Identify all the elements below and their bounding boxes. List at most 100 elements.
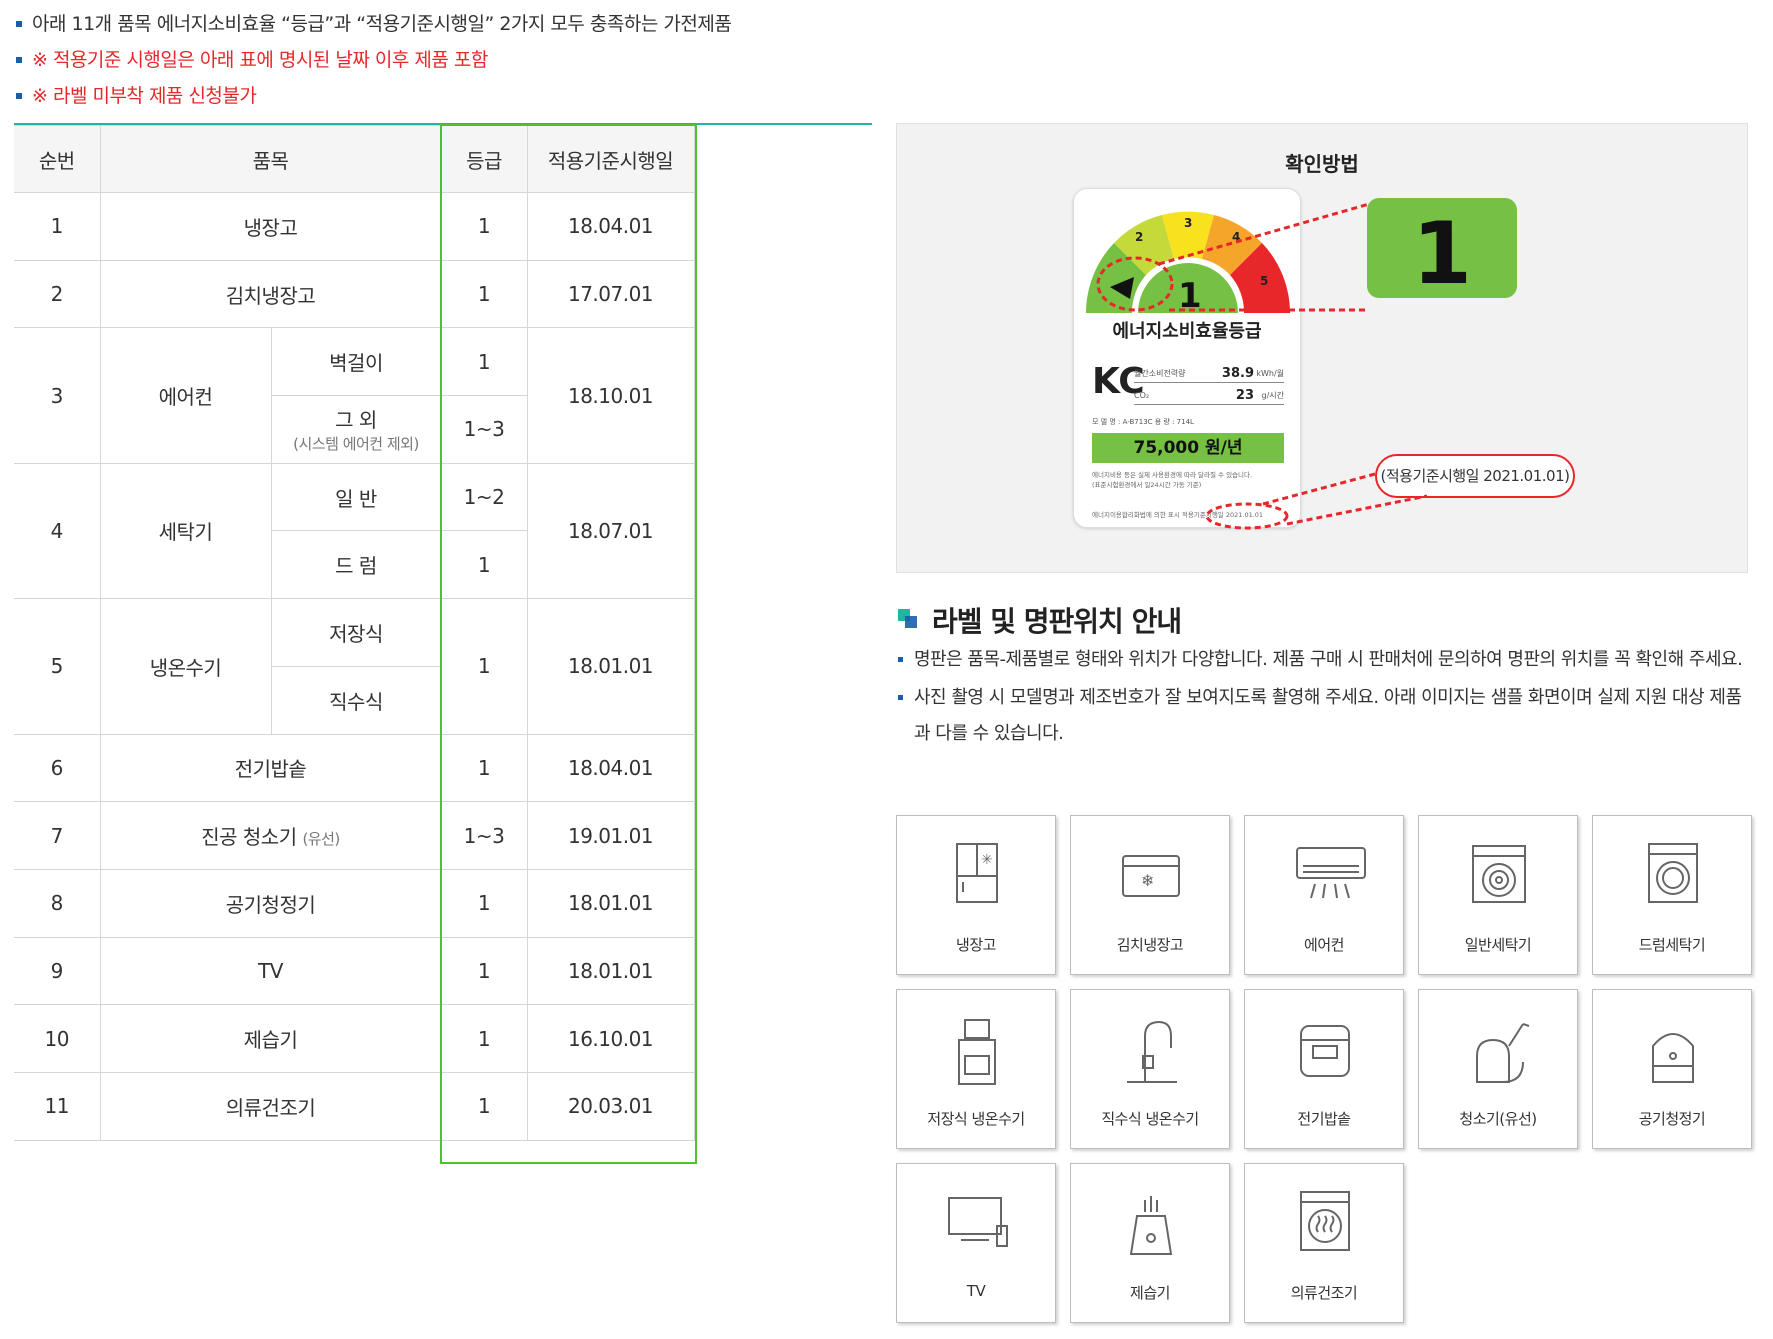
top-loader-washer-icon: [1472, 845, 1526, 903]
tile-clothes-dryer[interactable]: 의류건조기: [1244, 1163, 1404, 1323]
cell-date: 18.01.01: [526, 936, 695, 1006]
tile-refrigerator[interactable]: ✳ 냉장고: [896, 815, 1056, 975]
tile-label: 직수식 냉온수기: [1101, 1110, 1199, 1128]
refrigerator-icon: ✳: [956, 843, 998, 903]
header-date: 적용기준시행일: [526, 125, 695, 193]
cell-no: 4: [14, 462, 101, 600]
notice-item-date-rule: ※ 적용기준 시행일은 아래 표에 명시된 날짜 이후 제품 포함: [14, 42, 874, 78]
tile-label: 전기밥솥: [1297, 1110, 1351, 1128]
tile-label: 저장식 냉온수기: [927, 1110, 1025, 1128]
tile-rice-cooker[interactable]: 전기밥솥: [1244, 989, 1404, 1149]
cell-grade: 1: [440, 327, 528, 397]
table-row: 8 공기청정기 1 18.01.01: [14, 868, 695, 938]
table-row: 9 TV 1 18.01.01: [14, 936, 695, 1006]
tile-label: 냉장고: [956, 936, 996, 954]
kimchi-fridge-icon: ❄: [1122, 855, 1180, 897]
cell-grade: 1: [440, 259, 528, 329]
table-row: 7 진공 청소기 (유선) 1~3 19.01.01: [14, 801, 695, 870]
tile-label: TV: [966, 1282, 986, 1300]
monthly-power-row: 월간소비전력량 38.9 kWh/월: [1134, 365, 1284, 383]
tile-vacuum-cleaner[interactable]: 청소기(유선): [1418, 989, 1578, 1149]
co2-row: CO₂ 23 g/시간: [1134, 387, 1284, 405]
cell-grade: 1: [440, 530, 528, 600]
check-method-title: 확인방법: [1285, 152, 1359, 176]
tile-faucet[interactable]: 직수식 냉온수기: [1070, 989, 1230, 1149]
svg-text:❄: ❄: [1141, 871, 1154, 890]
table-row: 1 냉장고 1 18.04.01: [14, 192, 695, 261]
cell-no: 10: [14, 1004, 101, 1073]
tile-dehumidifier[interactable]: 제습기: [1070, 1163, 1230, 1323]
tile-drum-washer[interactable]: 드럼세탁기: [1592, 815, 1752, 975]
co2-label: CO₂: [1134, 391, 1150, 400]
cell-grade: 1~3: [440, 801, 528, 870]
cell-item: 에어컨: [99, 327, 272, 464]
cell-item: 냉장고: [99, 192, 442, 261]
tile-water-dispenser[interactable]: 저장식 냉온수기: [896, 989, 1056, 1149]
gauge-number: 3: [1184, 216, 1192, 230]
cell-subitem: 드 럼: [271, 530, 442, 600]
header-grade: 등급: [440, 125, 528, 193]
cell-no: 3: [14, 327, 101, 464]
rice-cooker-icon: [1300, 1025, 1350, 1077]
cell-date: 19.01.01: [526, 801, 695, 870]
air-purifier-icon: [1652, 1033, 1694, 1083]
cell-date: 16.10.01: [526, 1004, 695, 1073]
cell-grade: 1~3: [440, 395, 528, 464]
cell-grade: 1: [440, 192, 528, 261]
vacuum-cleaner-icon: [1476, 1023, 1530, 1083]
cell-item: 김치냉장고: [99, 259, 442, 329]
cell-no: 1: [14, 192, 101, 261]
cell-subitem: 저장식: [270, 598, 442, 667]
subitem-name: 그 외: [335, 408, 377, 433]
cell-item: 냉온수기: [99, 598, 272, 735]
cell-item: 공기청정기: [99, 868, 442, 938]
cell-grade: 1: [440, 598, 528, 735]
label-location-guide: 라벨 및 명판위치 안내 명판은 품목-제품별로 형태와 위치가 다양합니다. …: [896, 600, 1756, 752]
cell-subitem: 벽걸이: [270, 327, 442, 397]
guide-text: 사진 촬영 시 모델명과 제조번호가 잘 보여지도록 촬영해 주세요. 아래 이…: [896, 680, 1756, 752]
model-line: 모 델 명 : A-B713C 용 량 : 714L: [1092, 418, 1194, 426]
label-footer: 에너지이용합리화법에 의한 표시 적용기준시행일 2021.01.01: [1092, 511, 1264, 519]
co2-value: 23: [1235, 388, 1254, 403]
item-note: (유선): [302, 830, 340, 849]
header-item: 품목: [99, 125, 442, 193]
cell-item: TV: [99, 936, 442, 1006]
annual-cost: 75,000 원/년: [1092, 433, 1284, 463]
tv-icon: [948, 1197, 1008, 1247]
section-bullet-icon: [898, 609, 920, 631]
cell-date: 18.01.01: [526, 598, 695, 735]
cell-date: 18.10.01: [526, 327, 695, 464]
guide-text: 명판은 품목-제품별로 형태와 위치가 다양합니다. 제품 구매 시 판매처에 …: [896, 642, 1756, 678]
cell-item: 세탁기: [99, 462, 272, 600]
cell-subitem: 직수식: [271, 665, 442, 735]
tile-label: 청소기(유선): [1459, 1110, 1537, 1128]
clothes-dryer-icon: [1300, 1191, 1350, 1251]
guide-heading-text: 라벨 및 명판위치 안내: [932, 605, 1182, 638]
table-row: 5 냉온수기 저장식 1 18.01.01: [14, 598, 695, 735]
cell-date: 18.04.01: [526, 192, 695, 261]
gauge-number: 2: [1135, 230, 1143, 244]
cell-subitem: 일 반: [270, 462, 442, 532]
eligibility-table: 순번 품목 등급 적용기준시행일 1 냉장고 1 18.04.01 2 김치냉장…: [14, 125, 695, 1141]
table-header-row: 순번 품목 등급 적용기준시행일: [14, 125, 695, 193]
cell-no: 6: [14, 733, 101, 803]
cell-grade: 1: [440, 1004, 528, 1073]
check-method-panel: 확인방법 2 3 4 5 1 에너지소비효율등급 KC 월간소비전력량 38.9…: [896, 123, 1748, 573]
tile-top-loader-washer[interactable]: 일반세탁기: [1418, 815, 1578, 975]
cell-no: 9: [14, 936, 101, 1006]
cell-grade: 1: [440, 1071, 528, 1141]
cell-date: 18.04.01: [526, 733, 695, 803]
notice-list: 아래 11개 품목 에너지소비효율 “등급”과 “적용기준시행일” 2가지 모두…: [14, 6, 874, 114]
label-heading: 에너지소비효율등급: [1112, 321, 1262, 342]
faucet-icon: [1127, 1020, 1177, 1083]
tile-kimchi-fridge[interactable]: ❄ 김치냉장고: [1070, 815, 1230, 975]
tile-air-conditioner[interactable]: 에어컨: [1244, 815, 1404, 975]
cell-no: 8: [14, 868, 101, 938]
cell-grade: 1~2: [440, 462, 528, 532]
table-row: 11 의류건조기 1 20.03.01: [14, 1071, 695, 1141]
table-row: 2 김치냉장고 1 17.07.01: [14, 259, 695, 329]
notice-item: 아래 11개 품목 에너지소비효율 “등급”과 “적용기준시행일” 2가지 모두…: [14, 6, 874, 42]
tile-air-purifier[interactable]: 공기청정기: [1592, 989, 1752, 1149]
gauge-grade: 1: [1178, 276, 1202, 316]
tile-tv[interactable]: TV: [896, 1163, 1056, 1323]
